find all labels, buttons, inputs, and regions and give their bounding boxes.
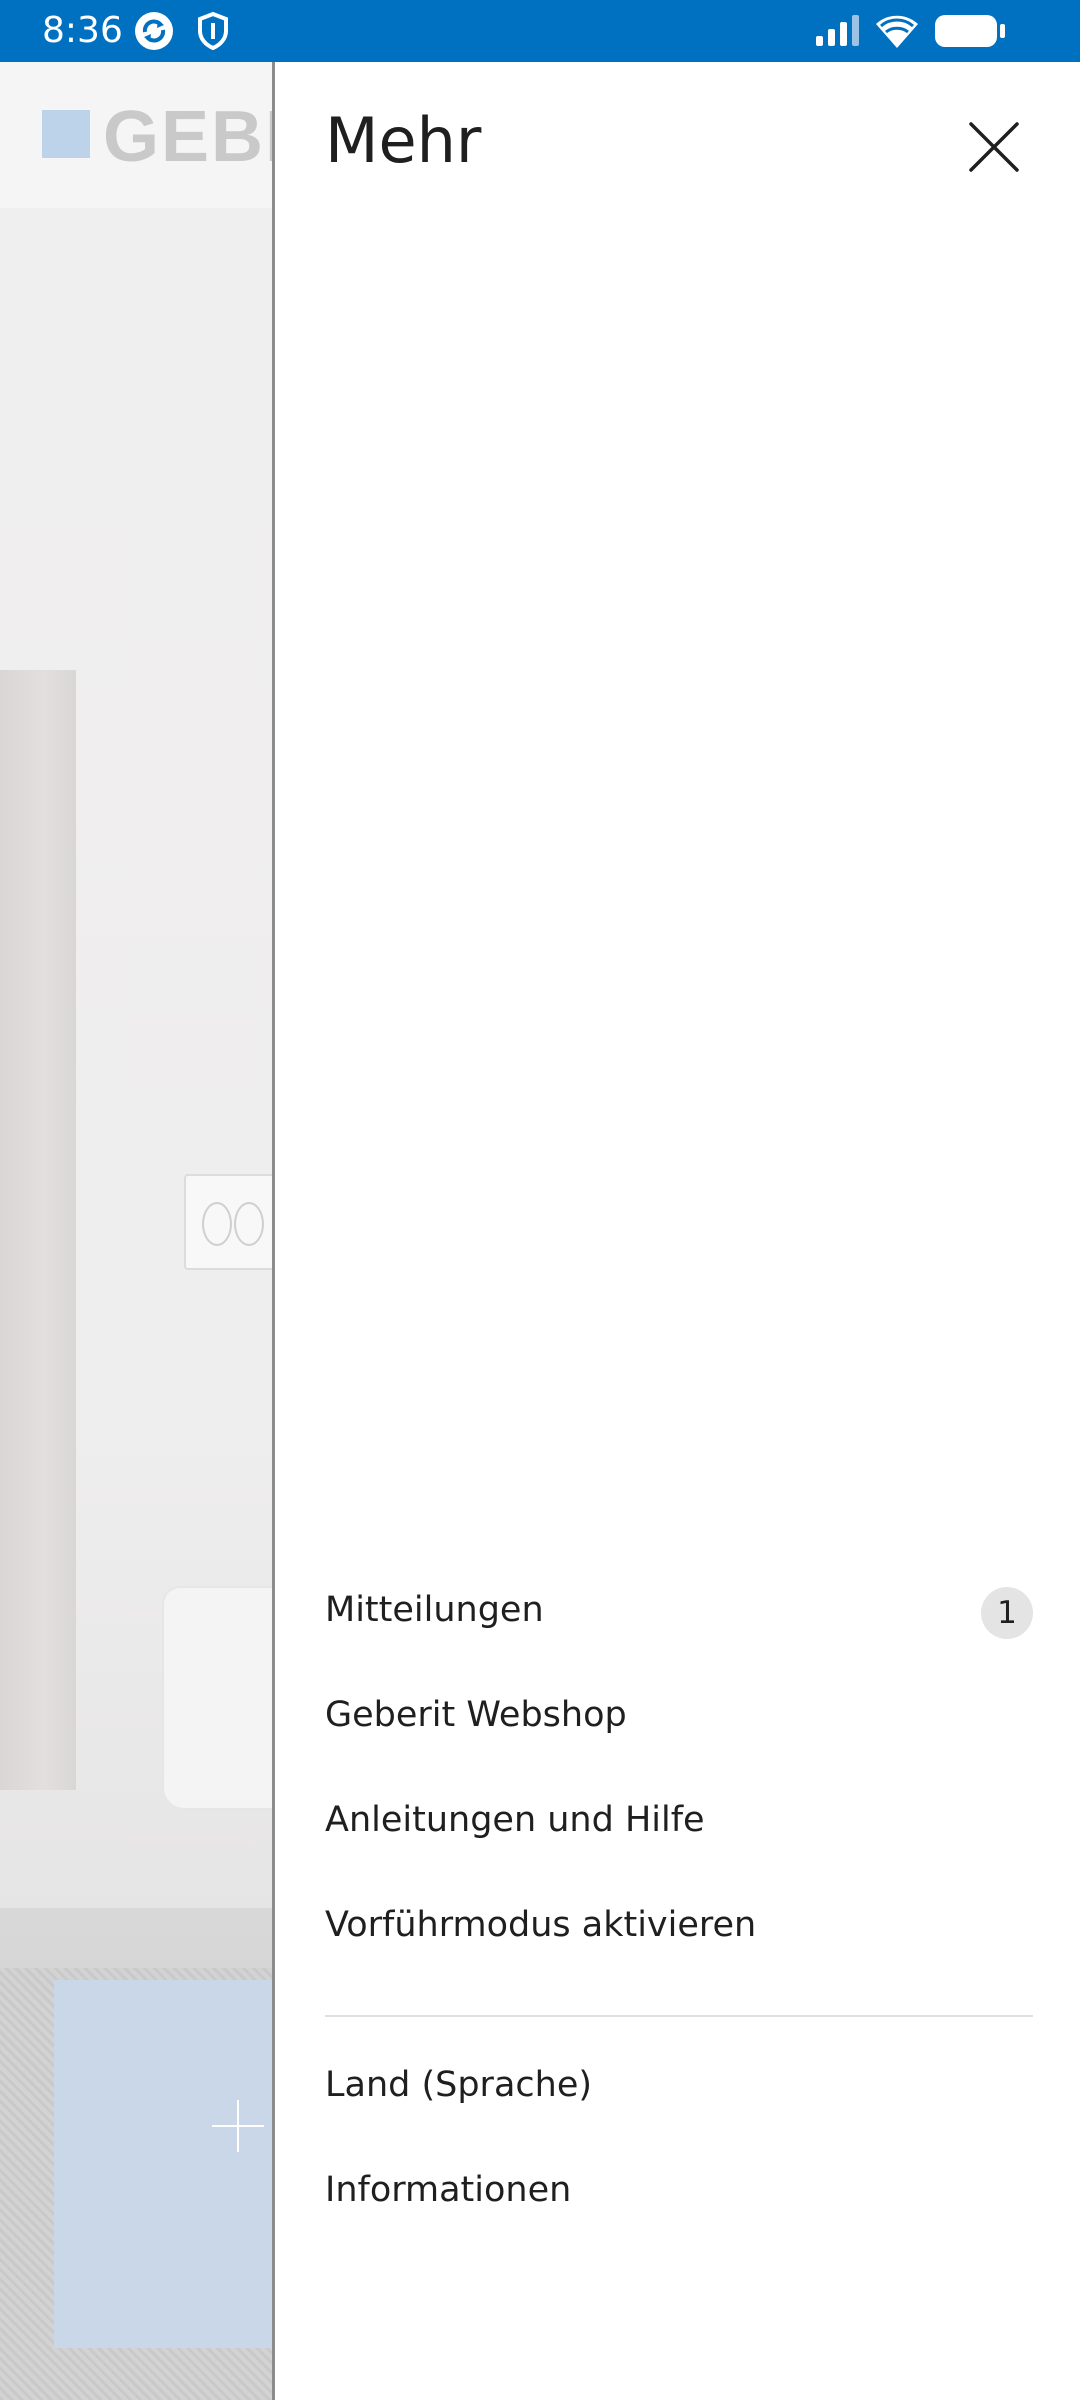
menu-item-label: Land (Sprache) xyxy=(325,2065,593,2105)
wall-panel xyxy=(0,670,76,1790)
divider xyxy=(325,2015,1033,2017)
more-drawer: Mehr Mitteilungen 1 Geberit Webshop Anle… xyxy=(272,62,1080,2400)
background-app: GEBERIT xyxy=(0,62,272,2400)
notification-badge: 1 xyxy=(981,1587,1033,1639)
logo-square xyxy=(42,110,90,158)
menu-item-label: Informationen xyxy=(325,2170,572,2210)
plus-icon xyxy=(212,2100,264,2152)
sync-icon xyxy=(134,11,174,56)
close-icon xyxy=(969,122,1019,172)
menu-item-vorfuehrmodus[interactable]: Vorführmodus aktivieren xyxy=(325,1883,1033,1973)
menu-item-label: Geberit Webshop xyxy=(325,1695,627,1735)
drawer-title: Mehr xyxy=(325,104,482,177)
signal-icon xyxy=(814,14,862,53)
wifi-icon xyxy=(874,12,920,55)
menu-item-webshop[interactable]: Geberit Webshop xyxy=(325,1673,1033,1763)
menu-item-label: Anleitungen und Hilfe xyxy=(325,1800,705,1840)
menu-item-land-sprache[interactable]: Land (Sprache) xyxy=(325,2043,1033,2133)
menu-item-mitteilungen[interactable]: Mitteilungen xyxy=(325,1568,1033,1658)
flush-plate xyxy=(184,1174,272,1270)
logo-text: GEBERIT xyxy=(103,97,272,177)
status-bar: 8:36 xyxy=(0,0,1080,62)
menu-item-anleitungen[interactable]: Anleitungen und Hilfe xyxy=(325,1778,1033,1868)
app-header: GEBERIT xyxy=(0,62,272,208)
shield-icon xyxy=(196,11,230,56)
toilet xyxy=(162,1586,272,1810)
add-device-card[interactable] xyxy=(54,1980,272,2348)
menu-item-label: Vorführmodus aktivieren xyxy=(325,1905,757,1945)
battery-icon xyxy=(934,14,1006,53)
close-button[interactable] xyxy=(961,114,1027,180)
menu-item-label: Mitteilungen xyxy=(325,1590,544,1630)
status-time: 8:36 xyxy=(42,10,123,51)
menu-item-informationen[interactable]: Informationen xyxy=(325,2148,1033,2238)
